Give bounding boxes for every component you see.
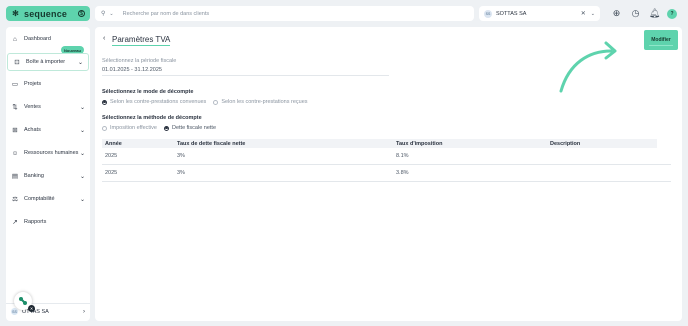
chevron-down-icon: ⌄ xyxy=(79,127,85,134)
company-select[interactable]: SS SOTTAS SA ✕ ⌄ xyxy=(479,6,600,21)
counting-mode-title: Sélectionnez le mode de décompte xyxy=(102,89,194,95)
chevron-down-icon: ⌄ xyxy=(77,59,83,66)
counting-method-title: Sélectionnez la méthode de décompte xyxy=(102,115,202,121)
folder-icon: ▭ xyxy=(11,81,19,88)
divider xyxy=(102,75,389,76)
search-icon[interactable]: ⚲ xyxy=(101,10,105,17)
company-name: SOTTAS SA xyxy=(496,10,527,17)
radio-effective[interactable] xyxy=(102,125,107,131)
sidebar-item-label: Rapports xyxy=(24,219,47,225)
brand-name: sequence xyxy=(24,8,68,19)
history-icon[interactable]: ◷ xyxy=(630,8,641,19)
table-header: Année Taux de dette fiscale nette Taux d… xyxy=(102,139,657,148)
column-header: Taux de dette fiscale nette xyxy=(177,140,246,147)
cell-year: 2025 xyxy=(105,170,118,176)
sidebar-item-reports[interactable]: ↗ Rapports xyxy=(6,213,90,231)
dollar-icon[interactable]: $ xyxy=(78,10,85,17)
sidebar-item-hr[interactable]: ☺ Ressources humaines ⌄ xyxy=(6,144,90,162)
user-avatar[interactable]: ? xyxy=(667,9,677,19)
radio-net-tax[interactable] xyxy=(163,125,169,131)
chevron-down-icon: ⌄ xyxy=(79,196,85,203)
chevron-down-icon[interactable]: ⌄ xyxy=(591,11,595,17)
bell-icon[interactable]: 🔔︎ xyxy=(649,8,660,19)
sidebar-item-label: Banking xyxy=(24,173,44,179)
cell-tax-rate: 3.8% xyxy=(396,170,409,176)
sidebar-item-sales[interactable]: ⇅ Ventes ⌄ xyxy=(6,98,90,116)
chevron-right-icon: › xyxy=(83,308,85,315)
sidebar-item-import-box[interactable]: ⊡ Boîte à importer ⌄ xyxy=(7,53,89,71)
sidebar-item-purchases[interactable]: ⊞ Achats ⌄ xyxy=(6,121,90,139)
curved-arrow-icon xyxy=(559,41,617,93)
column-header: Taux d'imposition xyxy=(396,140,443,147)
inbox-icon: ⊡ xyxy=(14,59,20,66)
sidebar: ⌂ Dashboard Nouveau ⊡ Boîte à importer ⌄… xyxy=(6,27,90,321)
sequence-logo-icon xyxy=(19,297,27,305)
radio-agreed[interactable] xyxy=(102,99,107,105)
sidebar-item-label: Projets xyxy=(24,81,42,87)
sidebar-item-projects[interactable]: ▭ Projets xyxy=(6,75,90,93)
modify-button[interactable]: Modifier xyxy=(644,30,678,50)
sidebar-item-label: Ressources humaines xyxy=(24,150,79,156)
close-icon[interactable]: ✕ xyxy=(28,305,35,312)
avatar: SS xyxy=(11,308,18,315)
sidebar-item-accounting[interactable]: ⚖ Comptabilité ⌄ xyxy=(6,190,90,208)
people-icon: ☺ xyxy=(11,149,19,157)
add-icon[interactable]: ⊕ xyxy=(611,8,622,19)
radio-label: Imposition effective xyxy=(110,125,157,131)
column-header: Année xyxy=(105,140,122,147)
chevron-down-icon: ⌄ xyxy=(79,173,85,180)
cart-icon: ⊞ xyxy=(12,127,18,134)
page-title: Paramètres TVA xyxy=(112,35,171,46)
sales-icon: ⇅ xyxy=(12,104,18,111)
close-icon[interactable]: ✕ xyxy=(581,10,586,17)
radio-label: Selon les contre-prestations convenues xyxy=(110,99,207,105)
table-row[interactable]: 2025 3% 3.8% xyxy=(102,165,671,182)
main-panel: ‹ Paramètres TVA Modifier Sélectionnez l… xyxy=(95,27,682,321)
sidebar-item-label: Comptabilité xyxy=(24,196,55,202)
period-field[interactable]: 01.01.2025 - 31.12.2025 xyxy=(102,67,162,73)
brand-logo[interactable]: ✻ sequence $ xyxy=(6,6,90,21)
search-bar: ⚲ ⌄ xyxy=(95,6,474,21)
sequence-logo-icon: ✻ xyxy=(12,9,19,18)
cell-year: 2025 xyxy=(105,153,118,159)
home-icon: ⌂ xyxy=(13,35,17,43)
counting-method-options: Imposition effective Dette fiscale nette xyxy=(102,125,216,131)
cell-net-tax-rate: 3% xyxy=(177,170,185,176)
ledger-icon: ⚖ xyxy=(12,196,18,203)
chevron-down-icon: ⌄ xyxy=(79,150,85,157)
column-header: Description xyxy=(550,140,581,147)
sidebar-item-label: Achats xyxy=(24,127,41,133)
company-avatar: SS xyxy=(484,9,492,18)
sidebar-item-banking[interactable]: ▤ Banking ⌄ xyxy=(6,167,90,185)
chevron-down-icon[interactable]: ⌄ xyxy=(109,11,113,17)
cell-tax-rate: 8.1% xyxy=(396,153,409,159)
search-input[interactable] xyxy=(122,10,423,17)
sidebar-item-label: Ventes xyxy=(24,104,41,110)
chart-icon: ↗ xyxy=(12,219,18,226)
sidebar-item-label: Dashboard xyxy=(24,36,51,42)
radio-received[interactable] xyxy=(213,99,219,105)
table-row[interactable]: 2025 3% 8.1% xyxy=(102,148,671,165)
chevron-down-icon: ⌄ xyxy=(79,104,85,111)
cell-net-tax-rate: 3% xyxy=(177,153,185,159)
radio-label: Selon les contre-prestations reçues xyxy=(221,99,308,105)
radio-label: Dette fiscale nette xyxy=(171,125,217,131)
bank-icon: ▤ xyxy=(11,173,19,180)
period-label: Sélectionnez la période fiscale xyxy=(102,58,177,64)
sidebar-item-label: Boîte à importer xyxy=(26,59,66,65)
back-arrow-icon[interactable]: ‹ xyxy=(103,35,105,42)
counting-mode-options: Selon les contre-prestations convenues S… xyxy=(102,99,308,105)
